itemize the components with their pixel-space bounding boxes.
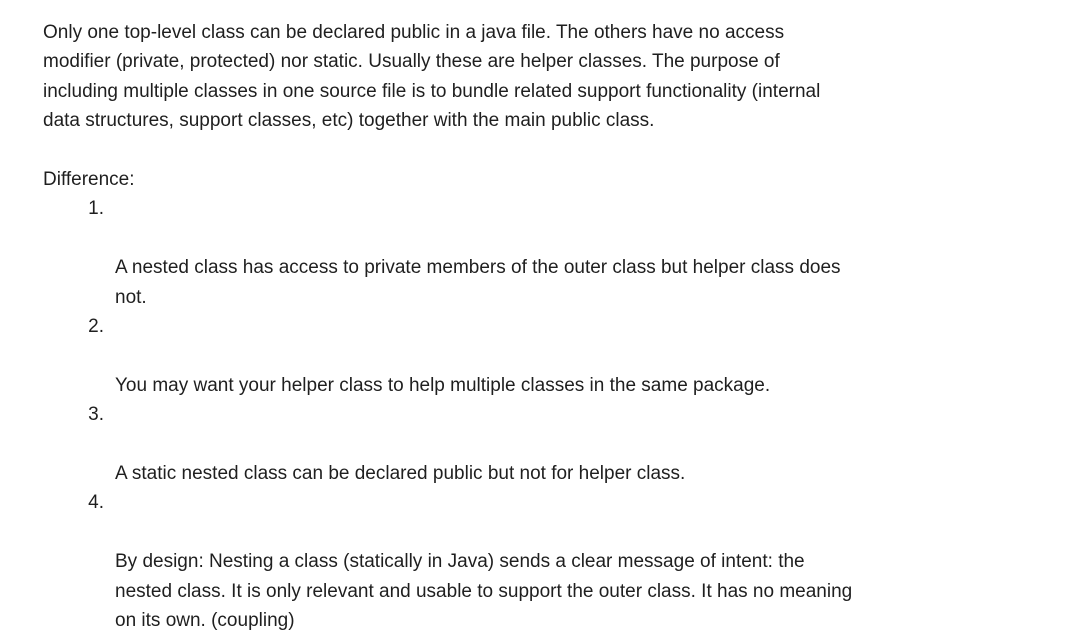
list-item-text: You may want your helper class to help m… <box>115 374 771 396</box>
list-item-number: 1. <box>88 198 104 220</box>
difference-heading: Difference: <box>43 169 135 191</box>
difference-list: 1. A nested class has access to private … <box>43 194 1071 635</box>
list-item-text: A nested class has access to private mem… <box>115 257 841 308</box>
document-page: Only one top-level class can be declared… <box>0 0 1071 631</box>
list-item-number: 3. <box>88 404 104 426</box>
list-item-number: 4. <box>88 492 104 514</box>
intro-paragraph: Only one top-level class can be declared… <box>43 22 821 132</box>
list-item-number: 2. <box>88 316 104 338</box>
list-item: 4. By design: Nesting a class (staticall… <box>43 488 1035 635</box>
list-item: 1. A nested class has access to private … <box>43 194 1035 312</box>
list-item-text: By design: Nesting a class (statically i… <box>115 551 853 632</box>
list-item-text: A static nested class can be declared pu… <box>115 463 686 485</box>
list-item: 2. You may want your helper class to hel… <box>43 312 1035 400</box>
list-item: 3. A static nested class can be declared… <box>43 400 1035 488</box>
